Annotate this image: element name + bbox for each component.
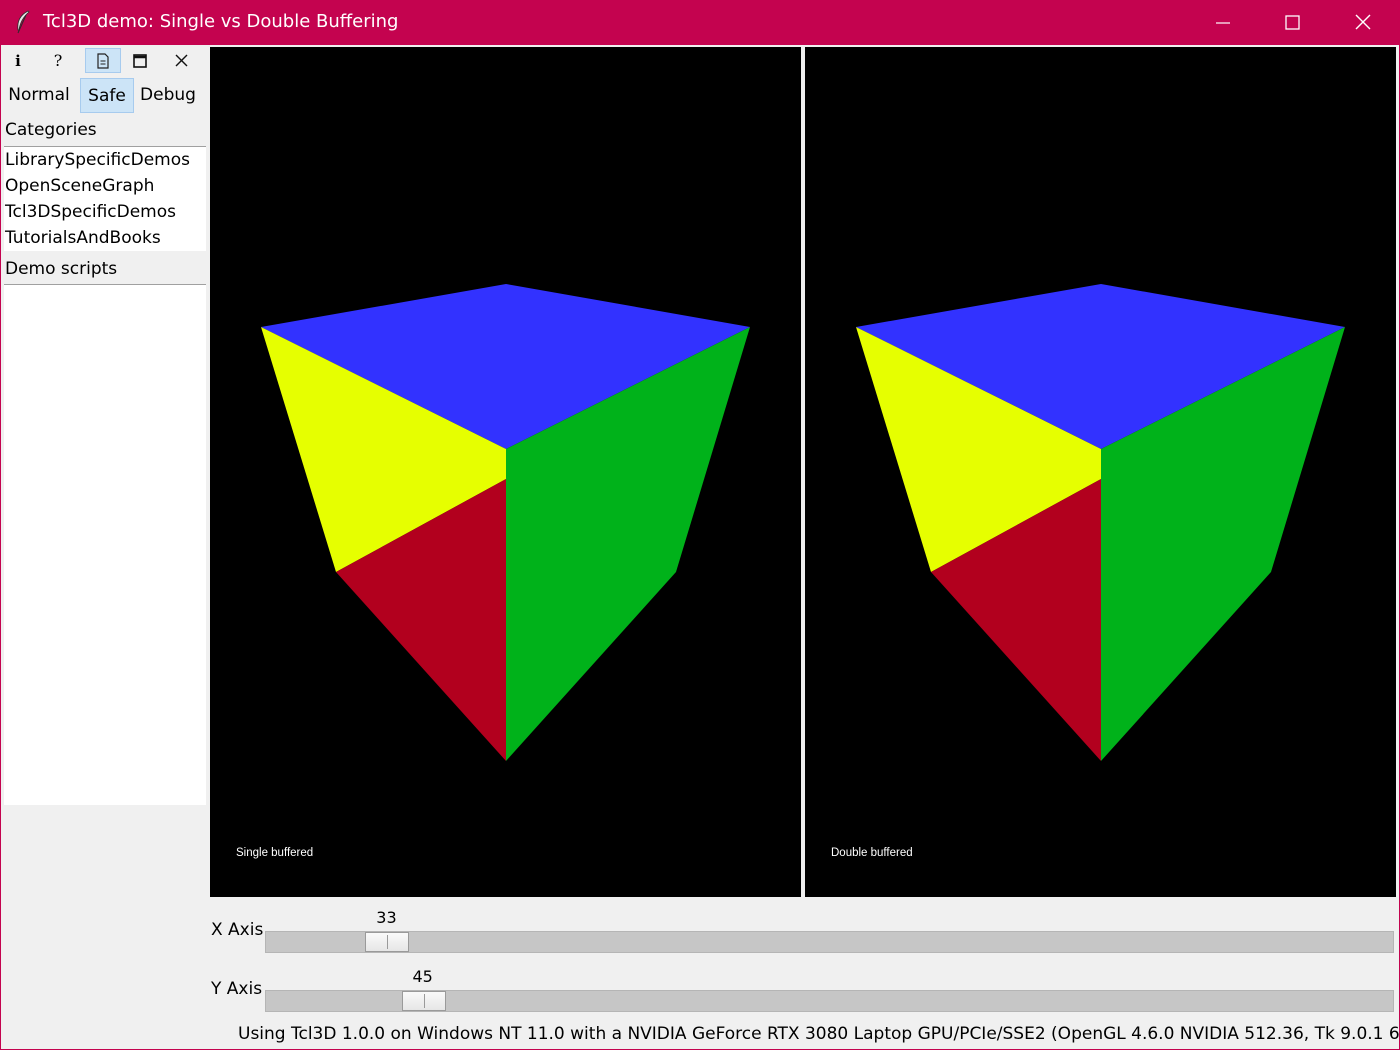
document-button[interactable] bbox=[85, 48, 121, 73]
status-line: Using Tcl3D 1.0.0 on Windows NT 11.0 wit… bbox=[238, 1024, 1400, 1044]
window-icon bbox=[133, 53, 147, 68]
x-axis-label: X Axis bbox=[211, 920, 264, 940]
close-demo-button[interactable] bbox=[163, 48, 199, 73]
cube-render bbox=[856, 284, 1345, 761]
help-button[interactable]: ? bbox=[40, 48, 76, 73]
category-item[interactable]: TutorialsAndBooks bbox=[4, 225, 206, 251]
close-button[interactable] bbox=[1328, 0, 1398, 45]
info-icon: i bbox=[15, 51, 21, 70]
view-caption: Single buffered bbox=[236, 847, 314, 859]
double-buffered-view[interactable]: Double buffered bbox=[805, 47, 1396, 897]
view-caption: Double buffered bbox=[831, 847, 913, 859]
categories-list[interactable]: LibrarySpecificDemos OpenSceneGraph Tcl3… bbox=[4, 146, 206, 251]
y-axis-slider-thumb[interactable] bbox=[401, 991, 446, 1011]
maximize-icon bbox=[1285, 15, 1300, 30]
info-button[interactable]: i bbox=[0, 48, 36, 73]
x-axis-slider-thumb[interactable] bbox=[365, 932, 410, 952]
maximize-button[interactable] bbox=[1257, 0, 1327, 45]
categories-label: Categories bbox=[5, 120, 97, 140]
document-icon bbox=[97, 52, 109, 69]
single-buffered-view[interactable]: Single buffered bbox=[210, 47, 801, 897]
help-icon: ? bbox=[53, 51, 63, 70]
title-bar[interactable]: Tcl3D demo: Single vs Double Buffering bbox=[0, 0, 1400, 45]
mode-debug-button[interactable]: Debug bbox=[137, 78, 199, 113]
cube-render bbox=[261, 284, 750, 761]
x-axis-value: 33 bbox=[376, 908, 397, 927]
mode-safe-button[interactable]: Safe bbox=[80, 78, 134, 113]
demo-scripts-label: Demo scripts bbox=[5, 259, 118, 279]
x-axis-slider[interactable] bbox=[265, 931, 1394, 953]
minimize-button[interactable] bbox=[1188, 0, 1258, 45]
close-icon bbox=[1355, 14, 1371, 30]
window-button[interactable] bbox=[122, 48, 158, 73]
demo-scripts-list[interactable] bbox=[4, 284, 206, 805]
feather-icon bbox=[14, 10, 32, 34]
y-axis-value: 45 bbox=[412, 967, 433, 986]
y-axis-label: Y Axis bbox=[211, 979, 263, 999]
category-item[interactable]: LibrarySpecificDemos bbox=[4, 147, 206, 173]
mode-normal-button[interactable]: Normal bbox=[4, 78, 74, 113]
window-title: Tcl3D demo: Single vs Double Buffering bbox=[43, 11, 399, 32]
minimize-icon bbox=[1216, 22, 1230, 24]
category-item[interactable]: Tcl3DSpecificDemos bbox=[4, 199, 206, 225]
category-item[interactable]: OpenSceneGraph bbox=[4, 173, 206, 199]
close-icon bbox=[175, 54, 187, 67]
y-axis-slider[interactable] bbox=[265, 990, 1394, 1012]
